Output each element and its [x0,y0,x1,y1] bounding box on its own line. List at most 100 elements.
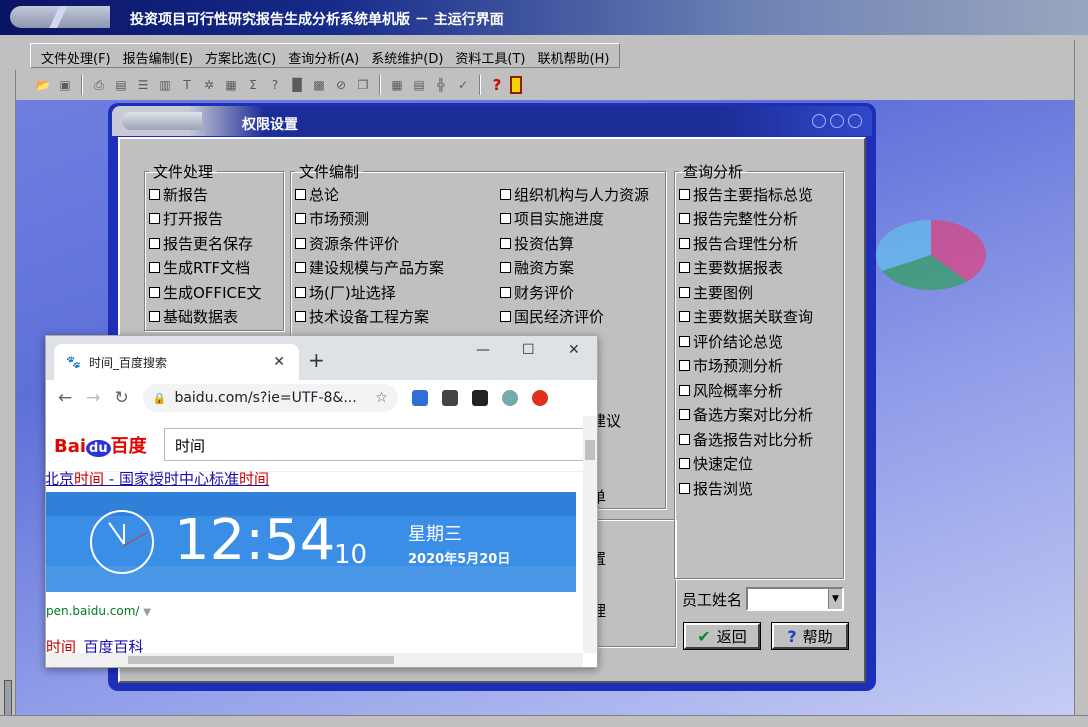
checkbox-box[interactable] [149,213,160,225]
checkbox-box[interactable] [679,188,690,200]
permission-checkbox[interactable]: 备选方案对比分析 [679,403,839,428]
menu-item[interactable]: 报告编制(E) [117,44,199,67]
baidu-logo[interactable]: Bai du 百度 [54,432,147,458]
vscroll-thumb[interactable] [585,440,595,460]
permission-checkbox[interactable]: 国民经济评价 [500,305,649,330]
checkbox-box[interactable] [500,237,511,249]
permission-checkbox[interactable]: 评价结论总览 [679,329,839,354]
stop-icon[interactable]: ⊘ [332,76,350,94]
tab-close-icon[interactable]: ✕ [273,354,285,370]
permission-checkbox[interactable]: 报告合理性分析 [679,231,839,256]
menu-item[interactable]: 资料工具(T) [449,44,531,67]
menu-item[interactable]: 文件处理(F) [35,44,117,67]
dialog-maximize-button[interactable] [830,114,844,128]
dropdown-triangle-icon[interactable]: ▼ [143,607,151,618]
calculator-icon[interactable]: ▦ [222,76,240,94]
permission-checkbox[interactable]: 生成OFFICE文 [149,280,279,305]
checkbox-box[interactable] [679,335,690,347]
checkbox-box[interactable] [679,409,690,421]
report-icon[interactable]: ▥ [156,76,174,94]
print-icon[interactable]: ⎙ [90,76,108,94]
checkbox-box[interactable] [500,262,511,274]
checkbox-box[interactable] [295,237,306,249]
checkbox-box[interactable] [500,286,511,298]
menu-item[interactable]: 联机帮助(H) [532,44,616,67]
menu-item[interactable]: 方案比选(C) [199,44,282,67]
permission-checkbox[interactable]: 备选报告对比分析 [679,427,839,452]
profile-avatar[interactable] [501,390,518,406]
save-icon[interactable]: ▣ [56,76,74,94]
permission-checkbox[interactable]: 财务评价 [500,280,649,305]
checkbox-box[interactable] [295,213,306,225]
browser-tab[interactable]: 🐾 时间_百度搜索 ✕ [54,344,299,380]
checkbox-box[interactable] [295,188,306,200]
new-tab-icon[interactable]: + [308,348,325,372]
permission-checkbox[interactable]: 投资估算 [500,231,649,256]
checkbox-box[interactable] [500,311,511,323]
checkbox-box[interactable] [295,286,306,298]
checkbox-box[interactable] [149,262,160,274]
left-splitter[interactable] [0,40,16,727]
text-icon[interactable]: T [178,76,196,94]
permission-checkbox[interactable]: 融资方案 [500,256,649,281]
permission-checkbox[interactable]: 组织机构与人力资源 [500,182,649,207]
permission-checkbox[interactable]: 场(厂)址选择 [295,280,480,305]
permission-checkbox[interactable]: 项目实施进度 [500,207,649,232]
menu-item[interactable]: 查询分析(A) [282,44,365,67]
checkbox-box[interactable] [149,286,160,298]
address-bar[interactable]: 🔒 baidu.com/s?ie=UTF-8&... ☆ [142,384,398,412]
extension-1-icon[interactable] [411,390,428,406]
exit-icon[interactable] [510,76,522,94]
permission-checkbox[interactable]: 总论 [295,182,480,207]
check-icon[interactable]: ✓ [454,76,472,94]
dialog-minimize-button[interactable] [812,114,826,128]
dialog-title-bar[interactable]: 权限设置 [112,106,872,136]
checkbox-box[interactable] [149,188,160,200]
forward-arrow-icon[interactable]: → [86,388,100,408]
permission-checkbox[interactable]: 主要图例 [679,280,839,305]
search-input[interactable]: 时间 [164,428,583,461]
checkbox-box[interactable] [295,311,306,323]
copy-icon[interactable]: ❐ [354,76,372,94]
result-link-top[interactable]: 北京时间 - 国家授时中心标准时间 [46,468,269,489]
checkbox-box[interactable] [149,311,160,323]
permission-checkbox[interactable]: 建设规模与产品方案 [295,256,480,281]
chart-icon[interactable]: ✲ [200,76,218,94]
sum-icon[interactable]: Σ [244,76,262,94]
update-icon[interactable] [531,390,548,406]
result-link-bottom[interactable]: 时间_百度百科 [46,636,144,653]
maximize-icon[interactable]: ☐ [522,342,535,358]
permission-checkbox[interactable]: 报告更名保存 [149,231,279,256]
menu-item[interactable]: 系统维护(D) [365,44,449,67]
help-icon[interactable]: ? [488,76,506,94]
permission-checkbox[interactable]: 市场预测 [295,207,480,232]
page-horizontal-scrollbar[interactable] [46,653,583,667]
permission-checkbox[interactable]: 技术设备工程方案 [295,305,480,330]
extension-3-icon[interactable] [471,390,488,406]
page-vertical-scrollbar[interactable] [583,416,597,653]
checkbox-box[interactable] [679,286,690,298]
permission-checkbox[interactable]: 市场预测分析 [679,354,839,379]
close-window-icon[interactable]: ✕ [568,342,580,358]
grid-icon[interactable]: ▩ [310,76,328,94]
permission-checkbox[interactable]: 资源条件评价 [295,231,480,256]
open-folder-icon[interactable]: 📂 [34,76,52,94]
reload-icon[interactable]: ↻ [115,388,129,408]
document-icon[interactable]: ▤ [112,76,130,94]
form-icon[interactable]: ▤ [410,76,428,94]
back-arrow-icon[interactable]: ← [58,388,72,408]
checkbox-box[interactable] [679,482,690,494]
hscroll-thumb[interactable] [128,656,394,664]
permission-checkbox[interactable]: 基础数据表 [149,305,279,330]
checkbox-box[interactable] [500,188,511,200]
checkbox-box[interactable] [679,311,690,323]
bookmark-star-icon[interactable]: ☆ [375,390,388,406]
help-button[interactable]: ? 帮助 [771,622,849,650]
block-icon[interactable]: █ [288,76,306,94]
permission-checkbox[interactable]: 生成RTF文档 [149,256,279,281]
formula-icon[interactable]: ? [266,76,284,94]
checkbox-box[interactable] [679,433,690,445]
combo-arrow-icon[interactable]: ▼ [828,589,843,609]
tree-icon[interactable]: ╬ [432,76,450,94]
minimize-icon[interactable]: — [476,342,490,358]
